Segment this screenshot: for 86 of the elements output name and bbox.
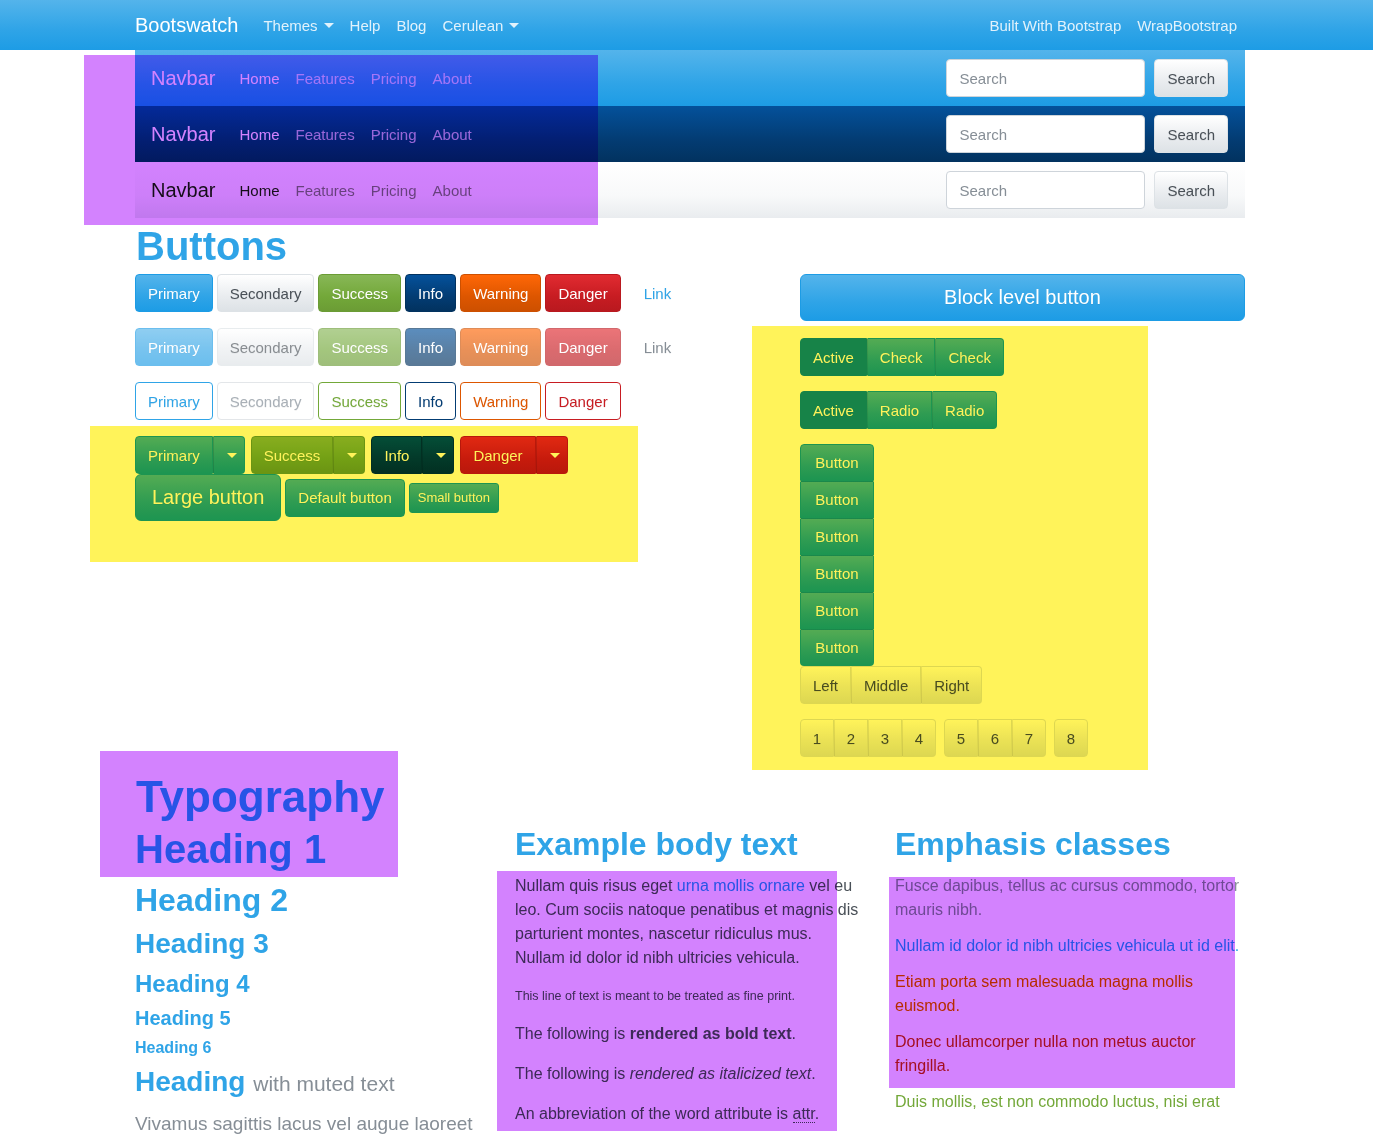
search-button[interactable]: Search [1154, 115, 1228, 153]
toolbar-button[interactable]: 1 [800, 719, 834, 757]
group-button[interactable]: Button [800, 592, 874, 629]
heading: Heading 1 [135, 826, 328, 873]
toolbar-button[interactable]: 2 [834, 719, 868, 757]
link-button[interactable]: Link [630, 274, 685, 312]
fine-print: This line of text is meant to be treated as fine print. [515, 988, 796, 1005]
button[interactable]: Small button [408, 482, 499, 513]
dropdown-toggle[interactable] [422, 436, 455, 474]
button[interactable]: Info [405, 382, 457, 420]
radio-toggle[interactable]: Radio [866, 391, 933, 429]
group-button[interactable]: Button [800, 481, 874, 518]
search-field[interactable]: Search [946, 59, 1146, 97]
button[interactable]: Default button [285, 478, 405, 517]
search-button[interactable]: Search [1154, 59, 1228, 97]
dropdown-toggle[interactable] [212, 436, 245, 474]
caret-icon [347, 452, 358, 458]
dropdown-link[interactable]: Cerulean [434, 16, 528, 34]
button[interactable]: Large button [135, 474, 282, 521]
section-title: Typography [136, 771, 386, 823]
emphasis-paragraph: Donec ullamcorper nulla non metus auctor fringilla. [895, 1032, 1197, 1076]
button[interactable]: Danger [545, 274, 621, 312]
body-paragraph: The following is rendered as italicized text. [515, 1064, 817, 1084]
inline-link[interactable]: urna mollis ornare [676, 877, 805, 894]
button[interactable]: Secondary [216, 382, 315, 420]
heading: Heading 6 [135, 1038, 213, 1057]
button[interactable]: Info [371, 436, 423, 474]
heading: Heading 4 [135, 969, 251, 998]
nav-link[interactable]: Help [341, 16, 389, 34]
emphasis-paragraph: Duis mollis, est non commodo luctus, nisi erat [895, 1092, 1221, 1112]
caret-icon [436, 452, 447, 458]
button[interactable]: Primary [135, 274, 213, 312]
heading: Example body text [515, 825, 799, 863]
search-field[interactable]: Search [946, 115, 1146, 153]
button[interactable]: Success [318, 382, 402, 420]
emphasis-paragraph: Etiam porta sem malesuada magna mollis euismod. [895, 972, 1194, 1016]
search-button[interactable]: Search [1154, 171, 1228, 209]
radio-toggle[interactable]: Radio [932, 391, 998, 429]
group-button[interactable]: Button [800, 444, 874, 481]
toolbar-button[interactable]: 5 [944, 719, 978, 757]
body-paragraph: The following is rendered as bold text. [515, 1024, 797, 1044]
heading: Heading with muted text [135, 1065, 396, 1099]
checkbox-toggle[interactable]: Check [866, 338, 936, 376]
dropdown-link[interactable]: Themes [255, 16, 342, 34]
button[interactable]: Warning [460, 274, 542, 312]
button[interactable]: Danger [545, 382, 621, 420]
button[interactable]: Info [405, 274, 457, 312]
caret-icon [323, 22, 334, 28]
button[interactable]: Danger [460, 436, 536, 474]
caret-icon [549, 452, 560, 458]
lead-text: Vivamus sagittis lacus vel augue laoreet [135, 1112, 474, 1136]
checkbox-toggle[interactable]: Active [800, 338, 867, 376]
nav-link[interactable]: WrapBootstrap [1129, 16, 1245, 34]
dropdown-toggle[interactable] [535, 436, 568, 474]
nav-link[interactable]: Built With Bootstrap [981, 16, 1130, 34]
radio-toggle[interactable]: Active [800, 391, 867, 429]
button[interactable]: Warning [460, 382, 542, 420]
toolbar-button[interactable]: 3 [868, 719, 902, 757]
toolbar-button[interactable]: 7 [1012, 719, 1046, 757]
brand-link[interactable]: Bootswatch [135, 13, 239, 37]
search-field[interactable]: Search [946, 171, 1146, 209]
caret-icon [226, 452, 237, 458]
checkbox-toggle[interactable]: Check [935, 338, 1004, 376]
button[interactable]: Primary [135, 382, 213, 420]
button[interactable]: Secondary [216, 274, 315, 312]
segment-button[interactable]: Right [921, 666, 983, 704]
heading: Heading 3 [135, 927, 270, 961]
toolbar-button[interactable]: 4 [902, 719, 936, 757]
toolbar-button[interactable]: 6 [978, 719, 1012, 757]
group-button[interactable]: Button [800, 518, 874, 555]
nav-link[interactable]: Blog [388, 16, 435, 34]
heading: Heading 2 [135, 881, 289, 919]
button[interactable]: Success [250, 436, 334, 474]
button[interactable]: Success [318, 274, 402, 312]
dropdown-toggle[interactable] [333, 436, 366, 474]
heading: Emphasis classes [895, 825, 1172, 863]
caret-icon [509, 22, 520, 28]
group-button[interactable]: Button [800, 629, 874, 666]
button[interactable]: Primary [135, 436, 213, 474]
heading: Heading 5 [135, 1006, 232, 1030]
segment-button[interactable]: Middle [851, 666, 922, 704]
toolbar-button[interactable]: 8 [1054, 719, 1088, 757]
segment-button[interactable]: Left [800, 666, 852, 704]
group-button[interactable]: Button [800, 555, 874, 592]
section-title: Buttons [136, 223, 289, 270]
block-button[interactable]: Block level button [800, 274, 1245, 321]
